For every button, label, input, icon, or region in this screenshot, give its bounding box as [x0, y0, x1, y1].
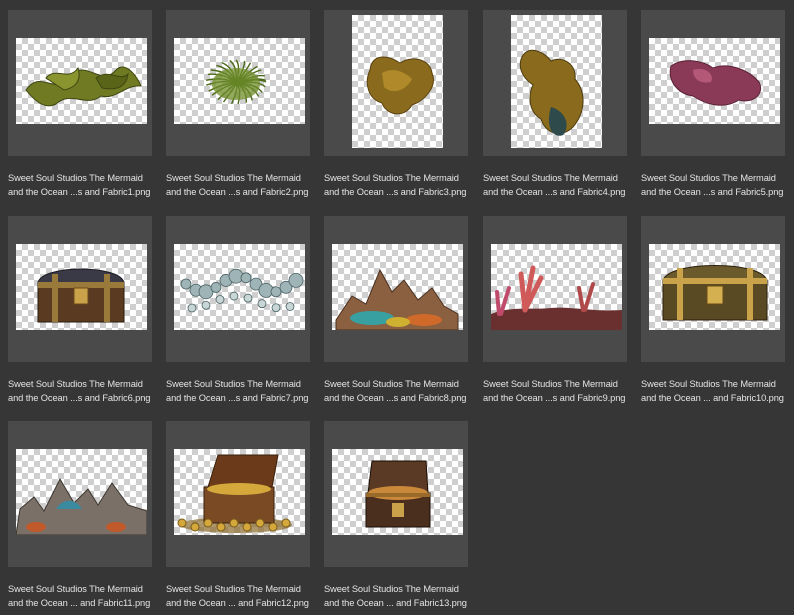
- file-tile-fabric4[interactable]: [483, 10, 627, 156]
- file-name-line1: Sweet Soul Studios The Mermaid: [8, 173, 143, 183]
- treasure-chest-icon: [16, 244, 147, 330]
- file-tile-fabric12[interactable]: [166, 421, 310, 567]
- treasure-chest-icon: [649, 244, 780, 330]
- file-tile-fabric2[interactable]: [166, 10, 310, 156]
- file-name-line1: Sweet Soul Studios The Mermaid: [641, 379, 776, 389]
- coral-reef-icon: [16, 449, 147, 535]
- file-name-line2: and the Ocean ... and Fabric10.png: [641, 393, 784, 403]
- file-name-line1: Sweet Soul Studios The Mermaid: [166, 173, 301, 183]
- file-name-line2: and the Ocean ...s and Fabric4.png: [483, 187, 626, 197]
- open-treasure-chest-icon: [332, 449, 463, 535]
- file-name-line1: Sweet Soul Studios The Mermaid: [8, 379, 143, 389]
- file-name-line2: and the Ocean ...s and Fabric7.png: [166, 393, 309, 403]
- file-name-line1: Sweet Soul Studios The Mermaid: [166, 584, 301, 594]
- file-name-line1: Sweet Soul Studios The Mermaid: [324, 584, 459, 594]
- file-name-line2: and the Ocean ...s and Fabric3.png: [324, 187, 467, 197]
- file-thumbnail-grid: Sweet Soul Studios The Mermaid and the Oc…: [0, 0, 794, 615]
- file-name-label[interactable]: Sweet Soul Studios The Mermaid and the Oc…: [641, 171, 791, 199]
- file-name-label[interactable]: Sweet Soul Studios The Mermaid and the Oc…: [166, 171, 316, 199]
- file-name-line1: Sweet Soul Studios The Mermaid: [324, 173, 459, 183]
- pink-fabric-icon: [649, 38, 780, 124]
- file-name-label[interactable]: Sweet Soul Studios The Mermaid and the Oc…: [483, 377, 633, 405]
- file-tile-fabric7[interactable]: [166, 216, 310, 362]
- file-tile-fabric6[interactable]: [8, 216, 152, 362]
- file-name-line1: Sweet Soul Studios The Mermaid: [483, 173, 618, 183]
- file-name-line2: and the Ocean ...s and Fabric5.png: [641, 187, 784, 197]
- file-tile-fabric1[interactable]: [8, 10, 152, 156]
- file-name-label[interactable]: Sweet Soul Studios The Mermaid and the Oc…: [8, 582, 158, 610]
- file-name-line2: and the Ocean ... and Fabric11.png: [8, 598, 151, 608]
- open-treasure-chest-icon: [174, 449, 305, 535]
- file-name-label[interactable]: Sweet Soul Studios The Mermaid and the Oc…: [324, 377, 474, 405]
- file-name-label[interactable]: Sweet Soul Studios The Mermaid and the Oc…: [8, 377, 158, 405]
- file-tile-fabric13[interactable]: [324, 421, 468, 567]
- seaweed-icon: [16, 38, 147, 124]
- file-name-label[interactable]: Sweet Soul Studios The Mermaid and the Oc…: [483, 171, 633, 199]
- file-name-line1: Sweet Soul Studios The Mermaid: [166, 379, 301, 389]
- crystal-garland-icon: [174, 244, 305, 330]
- file-name-line1: Sweet Soul Studios The Mermaid: [641, 173, 776, 183]
- file-name-line2: and the Ocean ...s and Fabric8.png: [324, 393, 467, 403]
- file-tile-fabric8[interactable]: [324, 216, 468, 362]
- gold-fabric-icon: [511, 15, 602, 148]
- file-name-line2: and the Ocean ...s and Fabric2.png: [166, 187, 309, 197]
- file-name-line1: Sweet Soul Studios The Mermaid: [483, 379, 618, 389]
- file-tile-fabric3[interactable]: [324, 10, 468, 156]
- coral-reef-icon: [491, 244, 622, 330]
- file-name-label[interactable]: Sweet Soul Studios The Mermaid and the Oc…: [8, 171, 158, 199]
- file-name-line2: and the Ocean ...s and Fabric9.png: [483, 393, 626, 403]
- gold-fabric-icon: [352, 15, 443, 148]
- file-tile-fabric11[interactable]: [8, 421, 152, 567]
- file-tile-fabric10[interactable]: [641, 216, 785, 362]
- file-name-line1: Sweet Soul Studios The Mermaid: [8, 584, 143, 594]
- file-name-label[interactable]: Sweet Soul Studios The Mermaid and the Oc…: [641, 377, 791, 405]
- file-name-line2: and the Ocean ...s and Fabric6.png: [8, 393, 151, 403]
- file-name-line2: and the Ocean ... and Fabric13.png: [324, 598, 467, 608]
- file-name-label[interactable]: Sweet Soul Studios The Mermaid and the Oc…: [166, 377, 316, 405]
- file-name-label[interactable]: Sweet Soul Studios The Mermaid and the Oc…: [324, 582, 474, 610]
- file-name-line1: Sweet Soul Studios The Mermaid: [324, 379, 459, 389]
- file-name-line2: and the Ocean ... and Fabric12.png: [166, 598, 309, 608]
- file-name-label[interactable]: Sweet Soul Studios The Mermaid and the Oc…: [324, 171, 474, 199]
- file-name-label[interactable]: Sweet Soul Studios The Mermaid and the Oc…: [166, 582, 316, 610]
- file-name-line2: and the Ocean ...s and Fabric1.png: [8, 187, 151, 197]
- coral-reef-icon: [332, 244, 463, 330]
- seaweed-clump-icon: [174, 38, 305, 124]
- file-tile-fabric9[interactable]: [483, 216, 627, 362]
- file-tile-fabric5[interactable]: [641, 10, 785, 156]
